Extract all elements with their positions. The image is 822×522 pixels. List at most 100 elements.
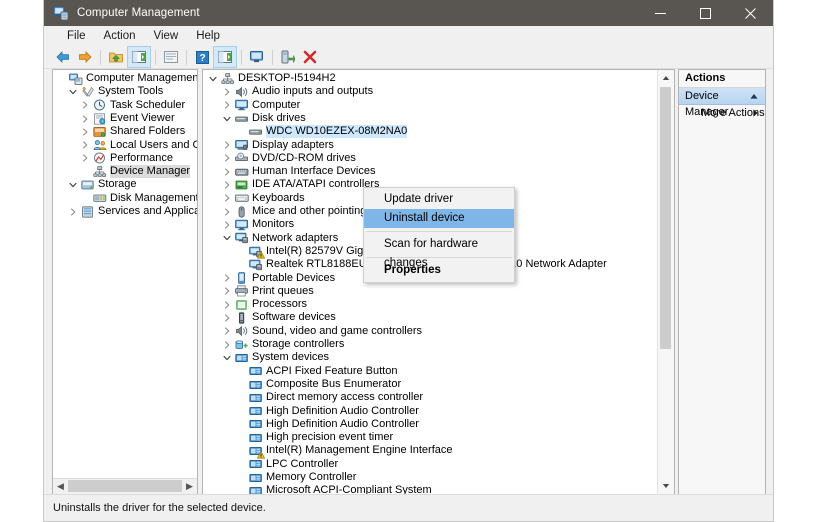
hscroll-thumb[interactable]: [68, 480, 182, 492]
tree-row[interactable]: Performance: [53, 152, 197, 165]
tree-row[interactable]: iEvent Viewer: [53, 112, 197, 125]
tree-row[interactable]: Computer: [203, 99, 657, 112]
chevron-right-icon[interactable]: [221, 298, 232, 311]
chevron-right-icon[interactable]: [221, 325, 232, 338]
minimize-icon[interactable]: [638, 0, 683, 26]
forward-arrow-icon[interactable]: [74, 47, 96, 67]
tree-row-label: Task Scheduler: [110, 99, 185, 112]
menu-view[interactable]: View: [145, 28, 188, 44]
tree-row[interactable]: Shared Folders: [53, 125, 197, 138]
tree-row[interactable]: Software devices: [203, 311, 657, 324]
scan-icon[interactable]: [246, 47, 268, 67]
chevron-right-icon[interactable]: [79, 139, 90, 152]
properties-icon[interactable]: [160, 47, 182, 67]
tree-row[interactable]: ACPI Fixed Feature Button: [203, 365, 657, 378]
chevron-right-icon[interactable]: [221, 192, 232, 205]
right-arrow-icon[interactable]: ▶: [182, 479, 197, 493]
tree-row[interactable]: Intel(R) Management Engine Interface: [203, 444, 657, 457]
menu-action[interactable]: Action: [95, 28, 145, 44]
left-arrow-icon[interactable]: ◀: [53, 479, 68, 493]
tree-row[interactable]: Direct memory access controller: [203, 391, 657, 404]
tree-row[interactable]: Disk Management: [53, 192, 197, 205]
help-icon[interactable]: ?: [191, 47, 213, 67]
tree-row[interactable]: Local Users and Groups: [53, 139, 197, 152]
tree-row[interactable]: Sound, video and game controllers: [203, 325, 657, 338]
tree-row[interactable]: DVD/CD-ROM drives: [203, 152, 657, 165]
tree-row[interactable]: Human Interface Devices: [203, 165, 657, 178]
collapse-caret-icon[interactable]: [750, 88, 758, 104]
menu-help[interactable]: Help: [187, 28, 229, 44]
tree-row[interactable]: WDC WD10EZEX-08M2NA0: [203, 125, 657, 138]
chevron-right-icon[interactable]: [221, 85, 232, 98]
chevron-right-icon[interactable]: [79, 112, 90, 125]
chevron-down-icon[interactable]: [221, 232, 232, 245]
up-folder-icon[interactable]: [105, 47, 127, 67]
context-menu-item[interactable]: Properties: [364, 261, 514, 280]
tree-row[interactable]: Composite Bus Enumerator: [203, 378, 657, 391]
tree-row[interactable]: Storage: [53, 178, 197, 191]
device-context-menu[interactable]: Update driverUninstall device Scan for ha…: [363, 187, 515, 283]
chevron-down-icon[interactable]: [67, 178, 78, 191]
chevron-down-icon[interactable]: [67, 85, 78, 98]
vscroll-thumb[interactable]: [660, 87, 671, 349]
tree-row[interactable]: System Tools: [53, 85, 197, 98]
chevron-right-icon[interactable]: [67, 205, 78, 218]
chevron-right-icon[interactable]: [221, 178, 232, 191]
list-view-icon[interactable]: [213, 46, 237, 68]
context-menu-item[interactable]: Uninstall device: [364, 209, 514, 228]
tree-row[interactable]: Storage controllers: [203, 338, 657, 351]
console-tree-hscrollbar[interactable]: ◀ ▶: [53, 478, 197, 494]
tree-row[interactable]: Print queues: [203, 285, 657, 298]
chevron-right-icon[interactable]: [221, 218, 232, 231]
chevron-down-icon[interactable]: [207, 72, 218, 85]
uninstall-device-icon[interactable]: [299, 47, 321, 67]
chevron-right-icon[interactable]: [221, 272, 232, 285]
chevron-right-icon[interactable]: [79, 99, 90, 112]
chevron-right-icon[interactable]: [79, 152, 90, 165]
tree-row[interactable]: High precision event timer: [203, 431, 657, 444]
chevron-right-icon[interactable]: [221, 285, 232, 298]
chevron-right-icon[interactable]: [79, 125, 90, 138]
tree-row[interactable]: Audio inputs and outputs: [203, 85, 657, 98]
device-tree-vscrollbar[interactable]: [657, 70, 674, 494]
tree-row-label: ACPI Fixed Feature Button: [266, 365, 397, 378]
scroll-down-icon[interactable]: [658, 478, 673, 494]
chevron-right-icon[interactable]: [221, 311, 232, 324]
back-arrow-icon[interactable]: [52, 47, 74, 67]
chevron-right-icon[interactable]: [221, 152, 232, 165]
chevron-down-icon[interactable]: [221, 351, 232, 364]
tree-row[interactable]: Services and Applications: [53, 205, 197, 218]
show-hide-console-tree-icon[interactable]: [127, 46, 151, 68]
actions-group-device-manager[interactable]: Device Manager: [679, 88, 765, 105]
tree-row[interactable]: LPC Controller: [203, 458, 657, 471]
update-driver-icon[interactable]: [277, 47, 299, 67]
scroll-up-icon[interactable]: [658, 70, 673, 86]
tree-row[interactable]: Processors: [203, 298, 657, 311]
tree-row[interactable]: Microsoft ACPI-Compliant System: [203, 484, 657, 494]
tree-row[interactable]: Display adapters: [203, 139, 657, 152]
chevron-right-icon[interactable]: [221, 99, 232, 112]
close-icon[interactable]: [728, 0, 773, 26]
tree-row[interactable]: Task Scheduler: [53, 99, 197, 112]
chevron-right-icon[interactable]: [221, 338, 232, 351]
console-tree[interactable]: Computer Management (LocalSystem ToolsTa…: [53, 70, 197, 494]
tree-row[interactable]: Device Manager: [53, 165, 197, 178]
tree-row[interactable]: High Definition Audio Controller: [203, 418, 657, 431]
chevron-right-icon[interactable]: [221, 165, 232, 178]
disk-drive-icon: [248, 125, 264, 138]
tree-row[interactable]: Memory Controller: [203, 471, 657, 484]
submenu-caret-icon[interactable]: [753, 105, 758, 121]
tree-row[interactable]: High Definition Audio Controller: [203, 405, 657, 418]
tree-row[interactable]: DESKTOP-I5194H2: [203, 72, 657, 85]
chevron-right-icon[interactable]: [221, 139, 232, 152]
chevron-down-icon[interactable]: [221, 112, 232, 125]
maximize-icon[interactable]: [683, 0, 728, 26]
menu-file[interactable]: File: [58, 28, 95, 44]
context-menu-item[interactable]: Scan for hardware changes: [364, 235, 514, 254]
action-more-actions[interactable]: More Actions: [679, 105, 765, 121]
tree-row[interactable]: System devices: [203, 351, 657, 364]
context-menu-item[interactable]: Update driver: [364, 190, 514, 209]
tree-row[interactable]: Disk drives: [203, 112, 657, 125]
chevron-right-icon[interactable]: [221, 205, 232, 218]
tree-row[interactable]: Computer Management (Local: [53, 72, 197, 85]
